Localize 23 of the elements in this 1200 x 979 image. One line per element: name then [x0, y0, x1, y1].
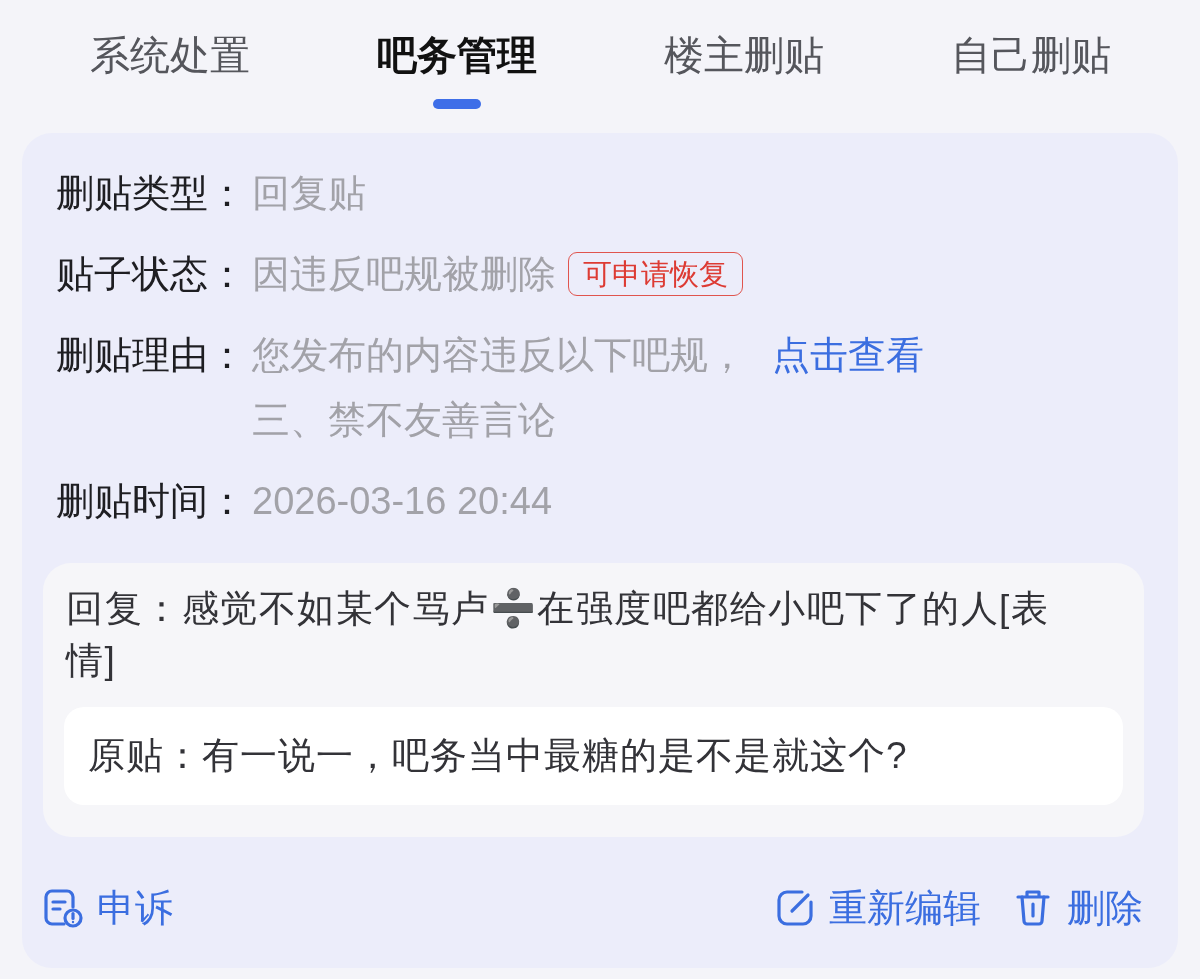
tab[interactable]: 自己删贴 — [950, 28, 1111, 82]
field-value: 因违反吧规被删除 — [252, 252, 556, 297]
rule-text: 三、禁不友善言论 — [252, 398, 557, 443]
field-value: 2026-03-16 20:44 — [252, 479, 553, 524]
delete-button[interactable]: 删除 — [1013, 883, 1143, 933]
tab[interactable]: 吧务管理 — [376, 28, 537, 109]
tab[interactable]: 楼主删贴 — [663, 28, 824, 82]
edit-button[interactable]: 重新编辑 — [775, 883, 981, 933]
field-label: 删贴时间： — [56, 479, 247, 524]
field-label: 删贴类型： — [56, 171, 247, 216]
tab[interactable]: 系统处置 — [89, 28, 250, 82]
field-value: 回复贴 — [252, 171, 366, 216]
field-label: 贴子状态： — [56, 252, 247, 297]
field-label: 删贴理由： — [56, 333, 247, 378]
document-alert-icon — [43, 888, 83, 928]
field-value: 您发布的内容违反以下吧规， — [252, 333, 746, 378]
view-link[interactable]: 点击查看 — [772, 326, 924, 384]
original-post-text: 原贴：有一说一，吧务当中最糖的是不是就这个? — [88, 734, 909, 778]
appeal-button[interactable]: 申诉 — [43, 883, 173, 933]
edit-icon — [775, 888, 815, 928]
status-tag: 可申请恢复 — [568, 252, 743, 296]
tab-indicator — [432, 99, 481, 109]
reply-text: 回复：感觉不如某个骂卢➗在强度吧都给小吧下了的人[表情] — [66, 587, 1051, 683]
